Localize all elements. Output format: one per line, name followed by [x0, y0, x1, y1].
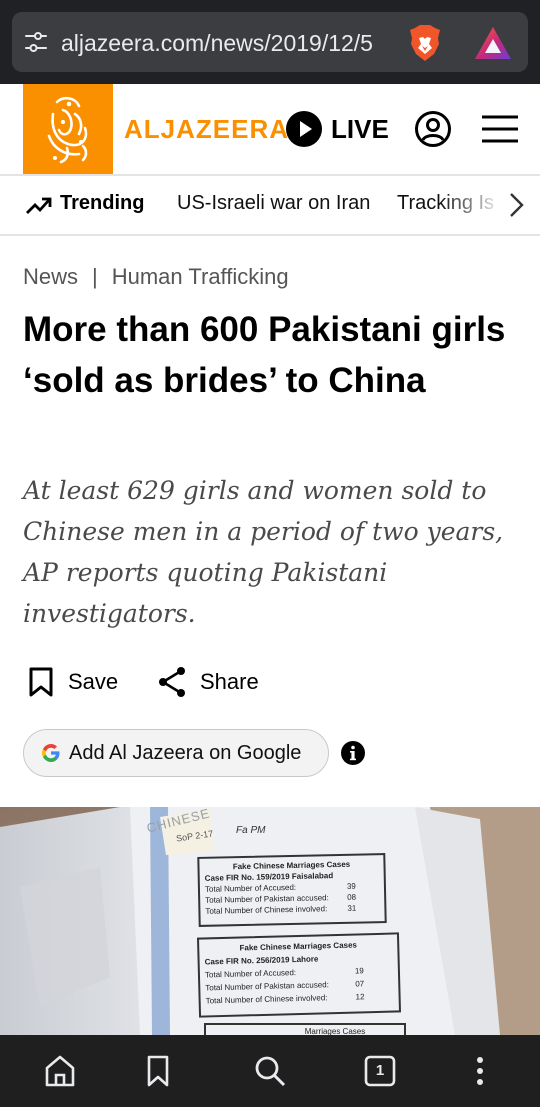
add-on-google-label: Add Al Jazeera on Google: [69, 742, 302, 764]
chevron-right-icon[interactable]: [504, 192, 528, 218]
live-label: LIVE: [331, 114, 389, 144]
case-title: Marriages Cases: [304, 1027, 366, 1035]
share-button[interactable]: Share: [157, 664, 267, 698]
hamburger-menu-icon[interactable]: [481, 114, 519, 144]
case-box-faisalabad: Fake Chinese Marriages Cases Case FIR No…: [197, 853, 387, 927]
photo-handwriting: Fa PM: [236, 825, 266, 836]
article-photo: CHINESE SoP 2-17 Fa PM Fake Chinese Marr…: [0, 807, 540, 1035]
trending-fade: [440, 176, 504, 234]
url-text[interactable]: aljazeera.com/news/2019/12/5: [61, 28, 395, 58]
tabs-button[interactable]: 1: [362, 1053, 398, 1089]
breadcrumb-news[interactable]: News: [23, 264, 78, 289]
case-row: Total Number of Chinese involved: 31: [205, 903, 357, 916]
add-on-google-button[interactable]: Add Al Jazeera on Google: [23, 729, 329, 777]
brand-wordmark[interactable]: ALJAZEERA: [124, 114, 289, 144]
article-headline: More than 600 Pakistani girls ‘sold as b…: [23, 310, 506, 400]
tune-icon[interactable]: [24, 30, 48, 54]
breadcrumb-topic[interactable]: Human Trafficking: [112, 264, 289, 289]
article-subhead: At least 629 girls and women sold to Chi…: [23, 476, 504, 628]
google-g-icon: [42, 744, 60, 762]
trending-label: Trending: [60, 192, 145, 214]
share-icon: [159, 667, 185, 697]
user-circle-icon[interactable]: [414, 110, 452, 148]
brave-rewards-icon[interactable]: [474, 26, 512, 60]
save-button[interactable]: Save: [26, 664, 126, 698]
trending-up-icon: [26, 197, 52, 214]
case-box-partial: Marriages Cases: [204, 1023, 406, 1035]
bookmark-icon: [29, 667, 53, 697]
live-button[interactable]: LIVE: [286, 110, 390, 148]
case-box-lahore: Fake Chinese Marriages Cases Case FIR No…: [196, 932, 402, 1018]
breadcrumb-separator: |: [92, 264, 98, 289]
brave-lion-icon[interactable]: [408, 24, 442, 62]
more-vertical-icon[interactable]: [462, 1053, 498, 1089]
share-label: Share: [200, 669, 259, 694]
trending-bar: Trending US-Israeli war on Iran Tracking…: [0, 176, 540, 234]
breadcrumb: News | Human Trafficking: [23, 263, 289, 291]
trending-item-iran[interactable]: US-Israeli war on Iran: [177, 190, 370, 216]
search-icon[interactable]: [252, 1053, 288, 1089]
play-icon: [286, 111, 322, 147]
save-label: Save: [68, 669, 119, 694]
home-icon[interactable]: [42, 1053, 78, 1089]
tab-count: 1: [375, 1062, 385, 1079]
trending-divider: [0, 234, 540, 236]
al-jazeera-logo[interactable]: [23, 84, 113, 174]
info-icon[interactable]: [340, 740, 366, 766]
bookmark-icon[interactable]: [140, 1053, 176, 1089]
